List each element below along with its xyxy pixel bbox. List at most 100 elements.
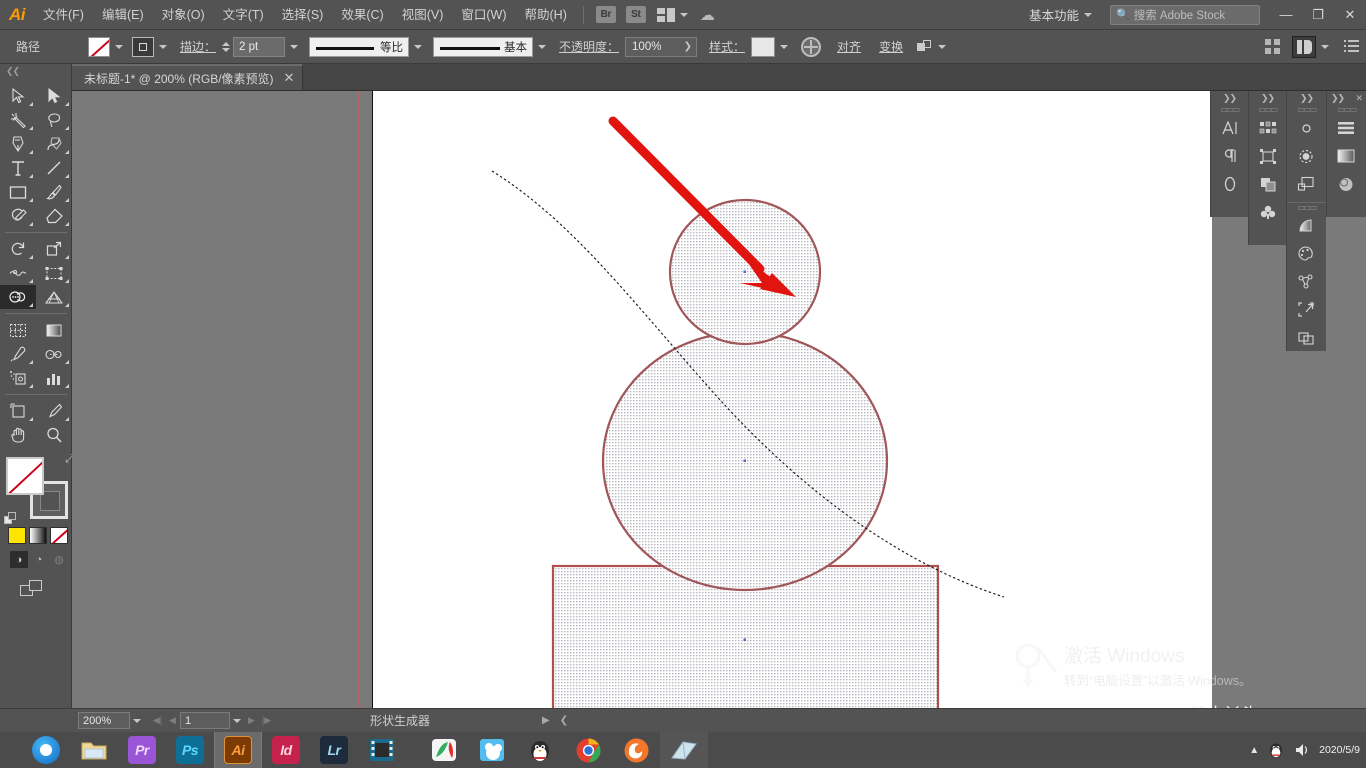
taskbar-firefox-browser[interactable] [612, 732, 660, 768]
selection-tool[interactable] [0, 84, 36, 108]
mesh-tool[interactable] [0, 318, 36, 342]
opacity-slider-arrow-icon[interactable]: ❯ [684, 41, 692, 52]
zoom-chevron-icon[interactable] [130, 712, 144, 729]
artboards-extra-panel-icon[interactable] [1287, 323, 1325, 351]
eyedropper-tool[interactable] [0, 342, 36, 366]
type-tool[interactable] [0, 156, 36, 180]
artboards-panel-icon[interactable] [1287, 170, 1325, 198]
color-swatch-button[interactable] [8, 527, 26, 544]
isolate-selected-icon[interactable] [917, 39, 933, 54]
recolor-artwork-icon[interactable] [801, 36, 822, 57]
first-artboard-button[interactable]: ◀| [150, 712, 165, 729]
dock-3-grip-2[interactable]: ▭▭▭ [1287, 202, 1326, 212]
gradient-swatch-button[interactable] [29, 527, 47, 544]
dock-3-grip[interactable]: ▭▭▭ [1287, 105, 1326, 114]
fill-dropdown-chevron-icon[interactable] [111, 37, 126, 57]
none-swatch-button[interactable] [50, 527, 68, 544]
dock-4-close-icon[interactable]: ✕ [1355, 93, 1362, 104]
menu-help[interactable]: 帮助(H) [516, 0, 576, 30]
arrange-grid-icon[interactable] [1264, 38, 1282, 56]
stroke-weight-stepper[interactable] [222, 41, 231, 52]
eraser-tool[interactable] [36, 204, 72, 228]
status-nav-arrows[interactable]: ▶ ❮ [542, 715, 568, 726]
direct-selection-tool[interactable] [36, 84, 72, 108]
canvas-area[interactable]: ❯❯ ▭▭▭ ❯❯ ▭▭▭ ❯❯ ▭▭▭ ▭▭▭ ❯❯ ✕ ▭▭▭ [72, 91, 1366, 708]
menu-file[interactable]: 文件(F) [34, 0, 93, 30]
status-next-icon[interactable]: ▶ [542, 715, 550, 726]
taskbar-photoshop[interactable]: Ps [166, 732, 214, 768]
taskbar-qq-messenger[interactable] [516, 732, 564, 768]
taskbar-file-explorer[interactable] [70, 732, 118, 768]
lasso-tool[interactable] [36, 108, 72, 132]
last-artboard-button[interactable]: |▶ [259, 712, 274, 729]
width-profile-chevron-icon[interactable] [410, 37, 425, 57]
dock-4-expand-icon[interactable]: ❯❯ [1331, 93, 1345, 104]
symbols-panel-icon[interactable] [1249, 198, 1287, 226]
arrange-chevron-down-icon[interactable] [679, 12, 688, 17]
gradient-swatch-panel-icon[interactable] [1327, 142, 1365, 170]
menu-object[interactable]: 对象(O) [153, 0, 214, 30]
paragraph-panel-icon[interactable] [1211, 142, 1249, 170]
dock-3-expand-icon[interactable]: ❯❯ [1287, 91, 1326, 105]
tray-qq-icon[interactable] [1267, 741, 1285, 759]
tools-panel-grip[interactable]: ❮❮ [6, 66, 20, 77]
panel-menu-icon[interactable] [1344, 39, 1360, 54]
shape-builder-tool[interactable] [0, 285, 36, 309]
search-adobe-stock-input[interactable]: 🔍 搜索 Adobe Stock [1110, 4, 1260, 25]
creative-cloud-icon[interactable]: ☁ [700, 6, 715, 24]
next-artboard-button[interactable]: ▶ [244, 712, 259, 729]
line-segment-tool[interactable] [36, 156, 72, 180]
layers-panel-icon[interactable] [1327, 114, 1365, 142]
pen-tool[interactable] [0, 132, 36, 156]
default-fill-stroke-icon[interactable] [4, 512, 17, 525]
draw-inside-icon[interactable]: ◍ [50, 551, 68, 568]
menu-type[interactable]: 文字(T) [214, 0, 273, 30]
gradient-panel-icon[interactable] [1287, 211, 1325, 239]
taskbar-video-editor[interactable] [358, 732, 406, 768]
brush-definition-chevron-icon[interactable] [534, 37, 549, 57]
brushes-panel-icon[interactable] [1287, 142, 1325, 170]
bridge-icon[interactable]: Br [595, 6, 616, 23]
graphic-style-swatch[interactable] [751, 36, 776, 57]
taskbar-notepad-window[interactable] [660, 732, 708, 768]
variable-width-profile-select[interactable]: 等比 [309, 36, 410, 57]
stock-icon[interactable]: St [625, 6, 646, 23]
dock-2-grip[interactable]: ▭▭▭ [1249, 105, 1286, 114]
rectangle-tool[interactable] [0, 180, 36, 204]
brush-definition-select[interactable]: 基本 [433, 36, 534, 57]
align-button[interactable]: 对齐 [837, 38, 861, 55]
slice-tool[interactable] [36, 399, 72, 423]
taskbar-weather-app[interactable] [468, 732, 516, 768]
transform-button[interactable]: 变换 [879, 38, 903, 55]
menu-effect[interactable]: 效果(C) [332, 0, 392, 30]
blend-tool[interactable] [36, 342, 72, 366]
dock-1-grip[interactable]: ▭▭▭ [1211, 105, 1248, 114]
cc-libraries-panel-icon[interactable] [1287, 114, 1325, 142]
taskbar-google-chrome[interactable] [564, 732, 612, 768]
column-graph-tool[interactable] [36, 366, 72, 390]
artboard-chevron-icon[interactable] [230, 712, 244, 729]
magic-wand-tool[interactable] [0, 108, 36, 132]
tray-volume-icon[interactable] [1293, 741, 1311, 759]
symbol-sprayer-tool[interactable] [0, 366, 36, 390]
fill-swatch-large[interactable] [6, 457, 44, 495]
style-chevron-icon[interactable] [776, 37, 791, 57]
swatches-panel-icon[interactable] [1249, 114, 1287, 142]
transform-chevron-icon[interactable] [934, 37, 949, 57]
links-panel-icon[interactable] [1287, 267, 1325, 295]
opentype-panel-icon[interactable] [1211, 170, 1249, 198]
zoom-tool[interactable] [36, 423, 72, 447]
fill-color-swatch[interactable] [88, 36, 110, 57]
gradient-tool[interactable] [36, 318, 72, 342]
width-tool[interactable] [0, 261, 36, 285]
draw-normal-icon[interactable]: ◑ [10, 551, 28, 568]
menu-view[interactable]: 视图(V) [393, 0, 453, 30]
stroke-weight-chevron-icon[interactable] [286, 37, 301, 57]
status-prev-icon[interactable]: ❮ [560, 715, 568, 726]
taskbar-indesign[interactable]: Id [262, 732, 310, 768]
taskbar-premiere-pro[interactable]: Pr [118, 732, 166, 768]
transform-panel-icon[interactable] [1249, 142, 1287, 170]
arrange-documents-icon[interactable] [656, 7, 675, 22]
taskbar-qq-browser[interactable] [22, 732, 70, 768]
shaper-tool[interactable] [0, 204, 36, 228]
